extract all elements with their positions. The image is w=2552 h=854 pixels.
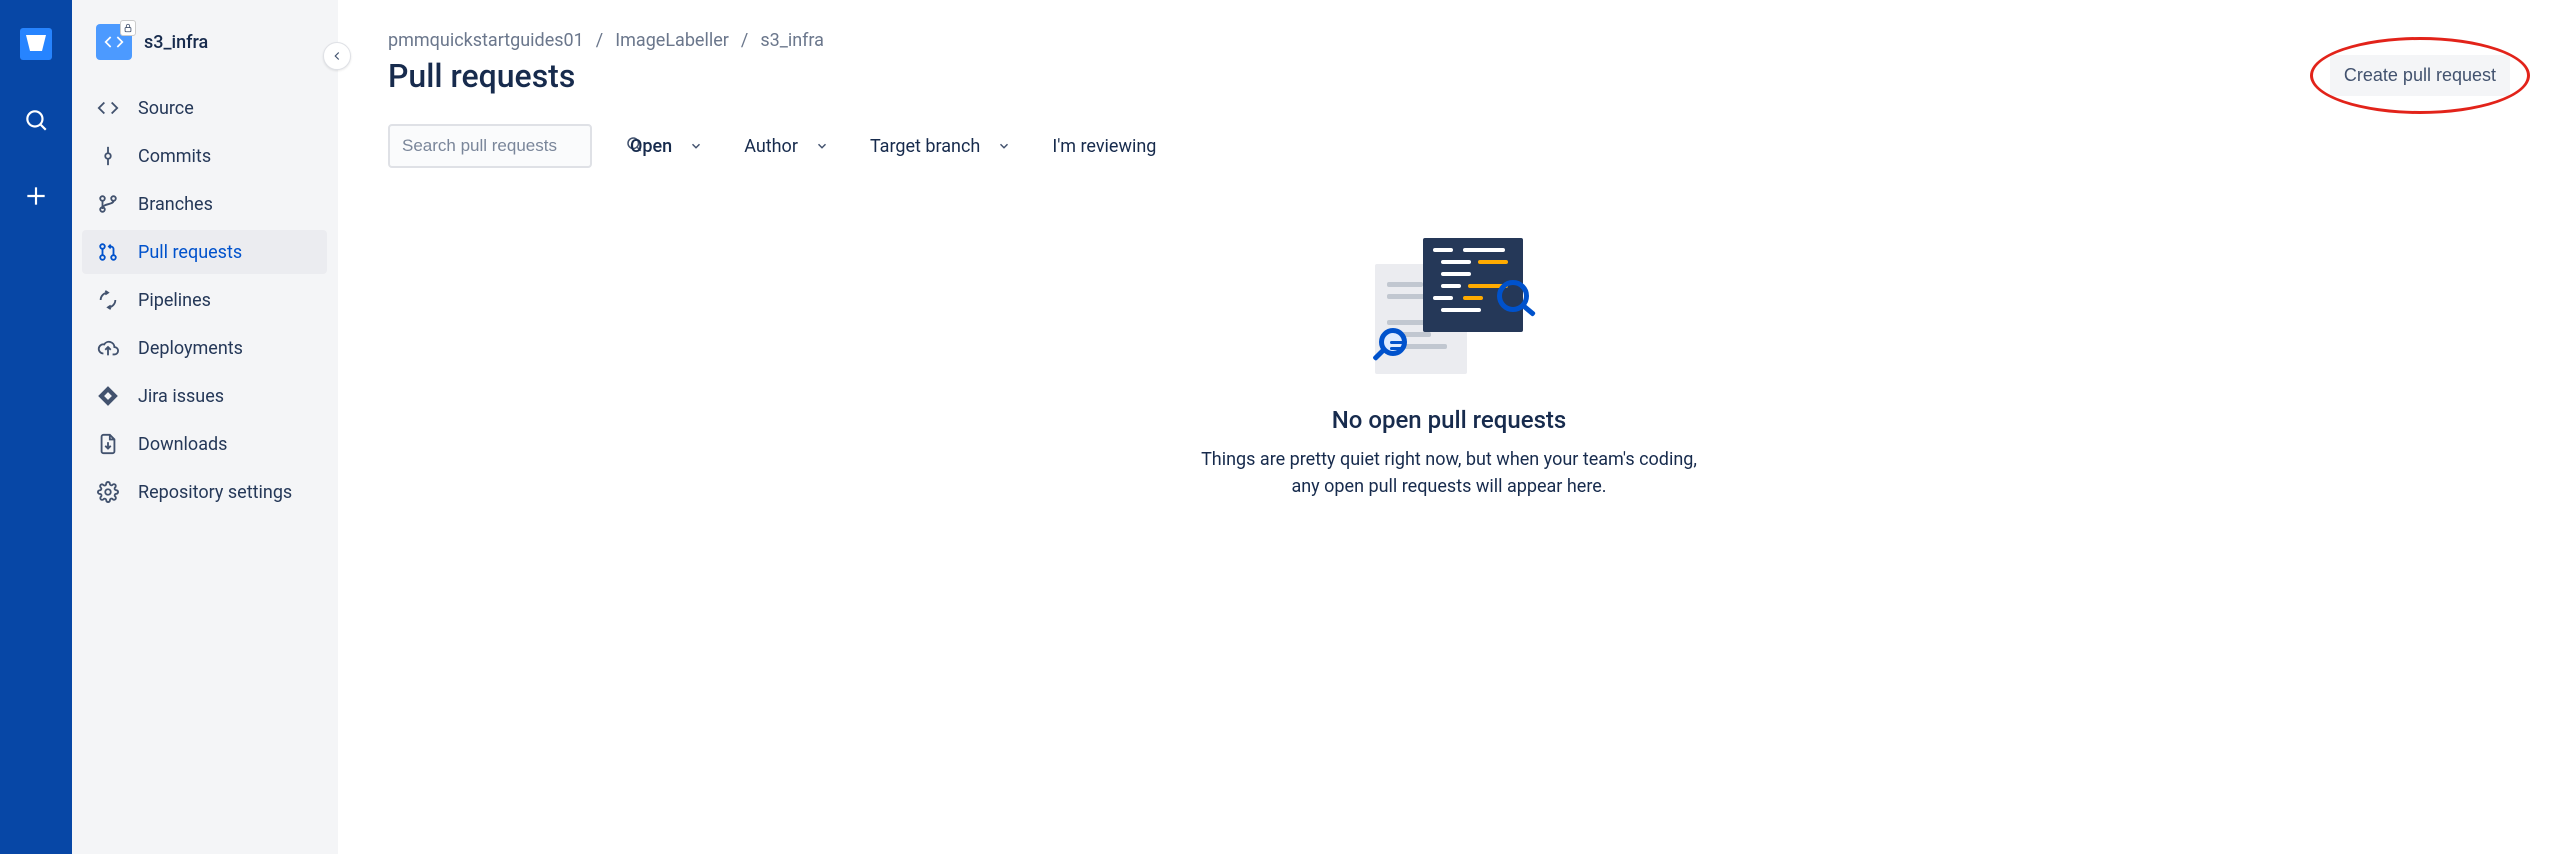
chevron-down-icon [686,139,706,153]
sidebar-item-label: Pipelines [138,290,211,311]
repo-name[interactable]: s3_infra [144,32,208,53]
breadcrumb-item[interactable]: s3_infra [760,30,824,51]
sidebar-item-label: Commits [138,146,211,167]
page-title: Pull requests [388,57,575,95]
breadcrumb: pmmquickstartguides01 / ImageLabeller / … [388,30,2510,51]
sidebar-item-label: Repository settings [138,482,292,503]
lock-icon [120,20,136,36]
sidebar-nav: Source Commits Branches Pull requests Pi… [72,78,337,522]
sidebar-item-repository-settings[interactable]: Repository settings [82,470,327,514]
sidebar-item-pipelines[interactable]: Pipelines [82,278,327,322]
bitbucket-logo-icon[interactable] [16,24,56,64]
sidebar-item-branches[interactable]: Branches [82,182,327,226]
pipelines-icon [96,288,120,312]
sidebar-item-label: Pull requests [138,242,242,263]
breadcrumb-item[interactable]: pmmquickstartguides01 [388,30,584,51]
filter-im-reviewing[interactable]: I'm reviewing [1052,136,1156,157]
repo-header: s3_infra [72,24,337,78]
search-icon[interactable] [16,100,56,140]
breadcrumb-item[interactable]: ImageLabeller [615,30,729,51]
create-pull-request-button[interactable]: Create pull request [2330,55,2510,96]
sidebar-item-label: Source [138,98,194,119]
cloud-upload-icon [96,336,120,360]
filter-target-branch-dropdown[interactable]: Target branch [870,136,1014,157]
sidebar-item-downloads[interactable]: Downloads [82,422,327,466]
empty-state-illustration [1369,238,1529,378]
empty-state-title: No open pull requests [1332,406,1567,434]
gear-icon [96,480,120,504]
sidebar-item-deployments[interactable]: Deployments [82,326,327,370]
filter-bar: Open Author Target branch I'm reviewing [388,124,2510,168]
sidebar-item-commits[interactable]: Commits [82,134,327,178]
pull-request-icon [96,240,120,264]
filter-status-dropdown[interactable]: Open [630,136,706,157]
sidebar-item-label: Downloads [138,434,227,455]
download-icon [96,432,120,456]
filter-label: Open [630,136,672,157]
search-input[interactable] [400,135,625,157]
filter-label: Author [744,136,798,157]
branch-icon [96,192,120,216]
code-icon [96,96,120,120]
empty-state: No open pull requests Things are pretty … [388,238,2510,500]
sidebar-item-label: Branches [138,194,213,215]
create-plus-icon[interactable] [16,176,56,216]
main-content: pmmquickstartguides01 / ImageLabeller / … [338,0,2552,854]
repo-avatar-icon [96,24,132,60]
sidebar-item-source[interactable]: Source [82,86,327,130]
chevron-down-icon [994,139,1014,153]
project-sidebar: s3_infra Source Commits Branches Pull re… [72,0,338,854]
chevron-down-icon [812,139,832,153]
commit-icon [96,144,120,168]
sidebar-item-pull-requests[interactable]: Pull requests [82,230,327,274]
sidebar-item-label: Jira issues [138,386,224,407]
jira-icon [96,384,120,408]
global-navigation-rail [0,0,72,854]
sidebar-item-label: Deployments [138,338,243,359]
filter-label: Target branch [870,136,980,157]
search-pull-requests[interactable] [388,124,592,168]
sidebar-item-jira-issues[interactable]: Jira issues [82,374,327,418]
filter-author-dropdown[interactable]: Author [744,136,832,157]
empty-state-text: Things are pretty quiet right now, but w… [1189,446,1709,500]
